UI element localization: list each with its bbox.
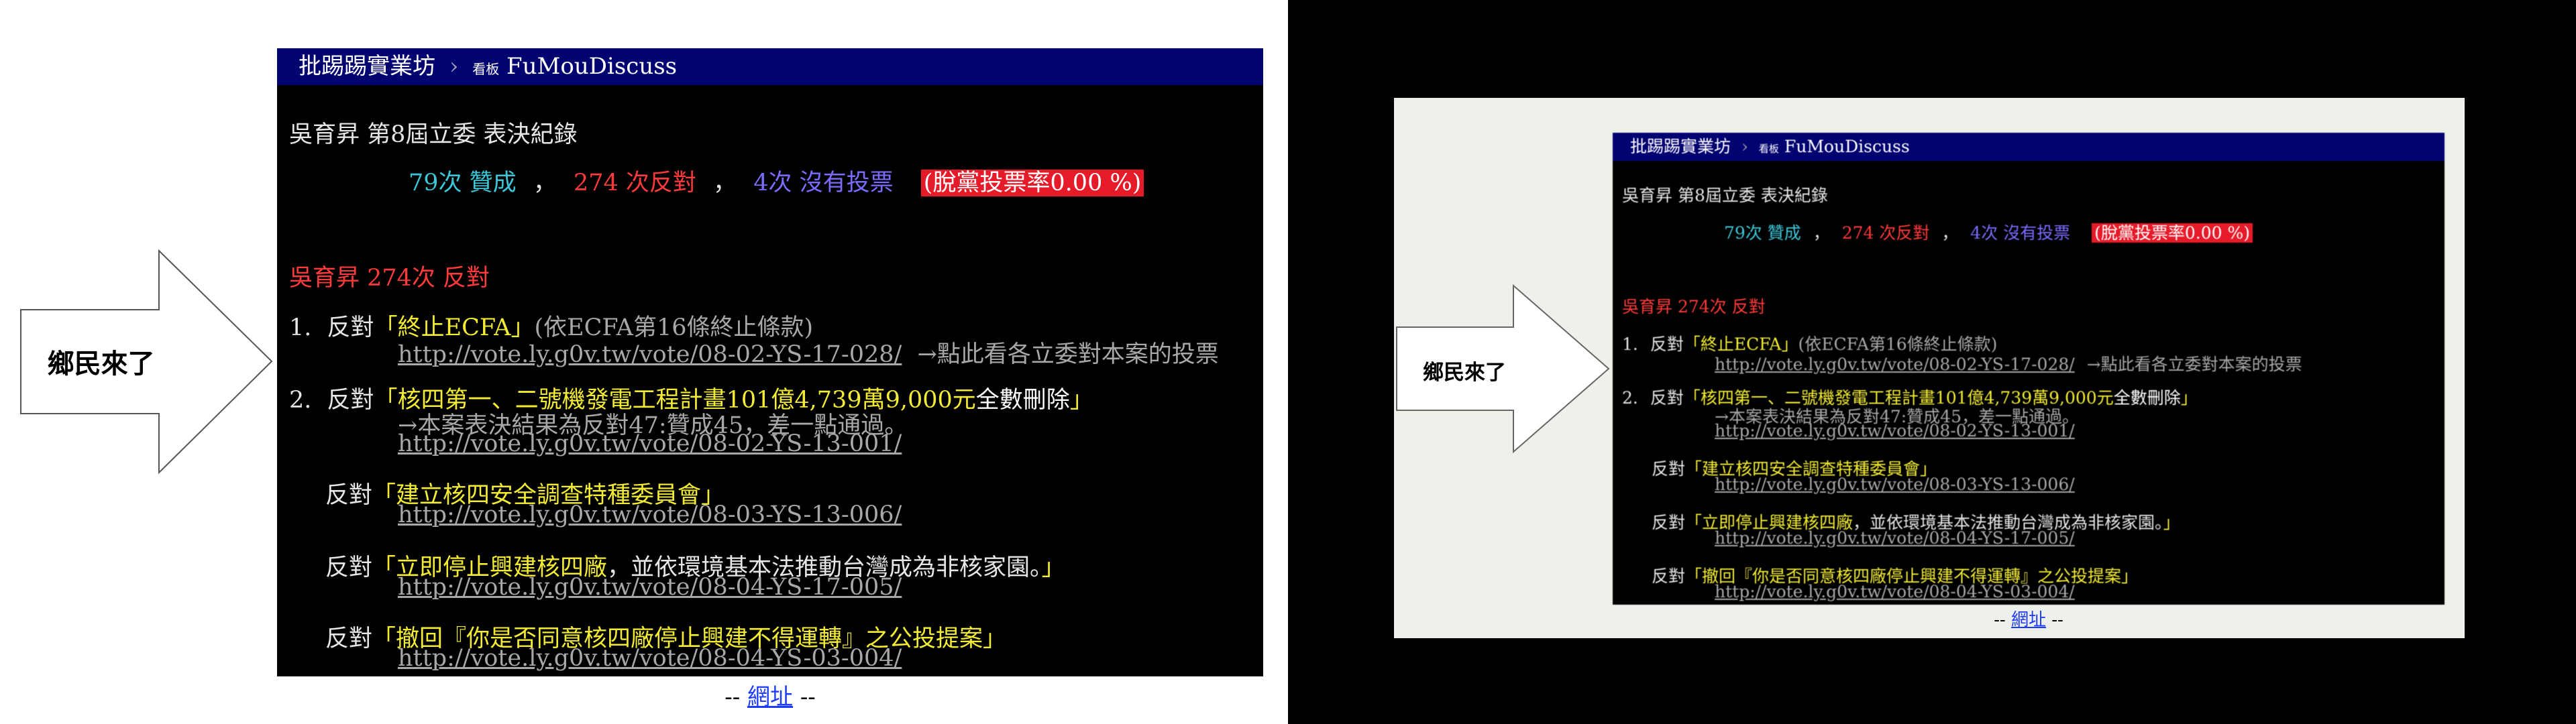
url-caption: -- 網址 -- xyxy=(1613,606,2445,631)
quote-open: 「 xyxy=(1683,335,1701,354)
no-count: 274 次反對 xyxy=(573,170,696,196)
item-number: 2. xyxy=(289,387,312,414)
caption-dash: -- xyxy=(724,684,741,711)
quote-close: 」 xyxy=(1069,387,1093,414)
vote-link[interactable]: http://vote.ly.g0v.tw/vote/08-03-YS-13-0… xyxy=(1715,475,2075,494)
kanban-label: 看板 xyxy=(1758,143,1779,155)
link-hint: →點此看各立委對本案的投票 xyxy=(2086,355,2302,374)
vote-type: 反對 xyxy=(1652,513,1686,532)
vote-type: 反對 xyxy=(325,482,373,509)
quote-open: 「 xyxy=(1685,459,1703,479)
site-name[interactable]: 批踢踢實業坊 xyxy=(299,53,435,80)
vote-summary: 79次 贊成 ， 274 次反對 ， 4次 沒有投票 (脫黨投票率0.00 %) xyxy=(409,164,1144,198)
defect-rate-badge: (脫黨投票率0.00 %) xyxy=(920,170,1144,196)
board-panel: 批踢踢實業坊 › 看板 FuMouDiscuss 吳育昇 第8屆立委 表決紀錄 … xyxy=(1613,133,2445,605)
board-name[interactable]: FuMouDiscuss xyxy=(1784,137,1910,156)
vote-link[interactable]: http://vote.ly.g0v.tw/vote/08-02-YS-17-0… xyxy=(1715,355,2075,374)
breadcrumb-separator: › xyxy=(449,53,459,80)
vote-link[interactable]: http://vote.ly.g0v.tw/vote/08-04-YS-03-0… xyxy=(1715,582,2075,601)
vote-link-row: http://vote.ly.g0v.tw/vote/08-04-YS-03-0… xyxy=(1715,582,2075,601)
vote-link[interactable]: http://vote.ly.g0v.tw/vote/08-04-YS-17-0… xyxy=(1715,528,2075,548)
vote-link-row: http://vote.ly.g0v.tw/vote/08-04-YS-17-0… xyxy=(1715,528,2075,548)
vote-link-row: http://vote.ly.g0v.tw/vote/08-02-YS-17-0… xyxy=(398,335,1219,369)
breadcrumb-separator: › xyxy=(1741,137,1748,156)
vote-link-row: http://vote.ly.g0v.tw/vote/08-02-YS-17-0… xyxy=(1715,351,2302,375)
vote-link[interactable]: http://vote.ly.g0v.tw/vote/08-02-YS-13-0… xyxy=(398,430,902,457)
vote-type: 反對 xyxy=(325,625,373,652)
link-hint: →點此看各立委對本案的投票 xyxy=(917,341,1219,368)
caption-dash: -- xyxy=(1994,610,2006,630)
vote-link[interactable]: http://vote.ly.g0v.tw/vote/08-04-YS-17-0… xyxy=(398,574,902,601)
quote-open: 「 xyxy=(372,482,396,509)
section-heading: 吳育昇 274次 反對 xyxy=(289,265,490,292)
board-name[interactable]: FuMouDiscuss xyxy=(506,53,677,80)
summary-comma: ， xyxy=(713,170,737,196)
callout-text: 鄉民來了 xyxy=(1423,361,1507,385)
vote-link[interactable]: http://vote.ly.g0v.tw/vote/08-04-YS-03-0… xyxy=(398,645,902,672)
quote-open: 「 xyxy=(1683,388,1701,408)
absent-count: 4次 沒有投票 xyxy=(753,170,894,196)
quote-open: 「 xyxy=(1685,566,1703,586)
vote-link-row: http://vote.ly.g0v.tw/vote/08-04-YS-17-0… xyxy=(398,574,902,601)
record-title: 吳育昇 第8屆立委 表決紀錄 xyxy=(289,121,578,148)
vote-type: 反對 xyxy=(325,554,373,581)
vote-link-row: http://vote.ly.g0v.tw/vote/08-04-YS-03-0… xyxy=(398,645,902,672)
quote-close: 」 xyxy=(2121,566,2139,586)
url-link[interactable]: 網址 xyxy=(2011,610,2046,630)
yes-count: 79次 贊成 xyxy=(409,170,517,196)
summary-comma: ， xyxy=(1941,223,1959,243)
board-header: 批踢踢實業坊 › 看板 FuMouDiscuss xyxy=(277,48,1263,85)
url-link[interactable]: 網址 xyxy=(747,684,793,711)
bill-title-emphasis: 全數刪除 xyxy=(2113,388,2181,408)
vote-summary: 79次 贊成 ， 274 次反對 ， 4次 沒有投票 (脫黨投票率0.00 %) xyxy=(1724,220,2253,244)
caption-dash: -- xyxy=(2051,610,2063,630)
record-title: 吳育昇 第8屆立委 表決紀錄 xyxy=(1622,186,1828,205)
board-header: 批踢踢實業坊 › 看板 FuMouDiscuss xyxy=(1613,133,2445,161)
vote-type: 反對 xyxy=(327,314,374,341)
callout-text: 鄉民來了 xyxy=(47,349,155,379)
callout-arrow: 鄉民來了 xyxy=(19,249,274,474)
quote-open: 「 xyxy=(374,314,398,341)
quote-open: 「 xyxy=(374,387,398,414)
item-number: 1. xyxy=(289,314,312,341)
url-caption: -- 網址 -- xyxy=(277,678,1263,711)
vote-type: 反對 xyxy=(1652,566,1686,586)
vote-type: 反對 xyxy=(327,387,374,414)
defect-rate-badge: (脫黨投票率0.00 %) xyxy=(2092,223,2253,243)
quote-open: 「 xyxy=(372,625,396,652)
caption-dash: -- xyxy=(800,684,816,711)
quote-close: 」 xyxy=(2163,513,2180,532)
vote-link-row: http://vote.ly.g0v.tw/vote/08-02-YS-13-0… xyxy=(1715,421,2075,440)
absent-count: 4次 沒有投票 xyxy=(1970,223,2071,243)
quote-open: 「 xyxy=(372,554,396,581)
vote-type: 反對 xyxy=(1650,388,1684,408)
quote-close: 」 xyxy=(2180,388,2198,408)
vote-link[interactable]: http://vote.ly.g0v.tw/vote/08-03-YS-13-0… xyxy=(398,501,902,528)
yes-count: 79次 贊成 xyxy=(1724,223,1801,243)
vote-link[interactable]: http://vote.ly.g0v.tw/vote/08-02-YS-13-0… xyxy=(1715,421,2075,440)
item-number: 1. xyxy=(1622,335,1638,354)
vote-type: 反對 xyxy=(1652,459,1686,479)
vote-link-row: http://vote.ly.g0v.tw/vote/08-02-YS-13-0… xyxy=(398,430,902,457)
quote-close: 」 xyxy=(983,625,1007,652)
bill-title-emphasis: 全數刪除 xyxy=(975,387,1070,414)
vote-link[interactable]: http://vote.ly.g0v.tw/vote/08-02-YS-17-0… xyxy=(398,341,902,368)
section-heading: 吳育昇 274次 反對 xyxy=(1622,297,1766,316)
item-number: 2. xyxy=(1622,388,1638,408)
vote-link-row: http://vote.ly.g0v.tw/vote/08-03-YS-13-0… xyxy=(1715,475,2075,494)
board-panel: 批踢踢實業坊 › 看板 FuMouDiscuss 吳育昇 第8屆立委 表決紀錄 … xyxy=(277,48,1263,676)
summary-comma: ， xyxy=(1813,223,1830,243)
quote-open: 「 xyxy=(1685,513,1703,532)
summary-comma: ， xyxy=(533,170,557,196)
vote-link-row: http://vote.ly.g0v.tw/vote/08-03-YS-13-0… xyxy=(398,501,902,528)
callout-arrow: 鄉民來了 xyxy=(1395,284,1611,453)
no-count: 274 次反對 xyxy=(1841,223,1930,243)
vote-type: 反對 xyxy=(1650,335,1684,354)
kanban-label: 看板 xyxy=(472,61,500,77)
site-name[interactable]: 批踢踢實業坊 xyxy=(1630,137,1731,156)
quote-close: 」 xyxy=(1041,554,1065,581)
